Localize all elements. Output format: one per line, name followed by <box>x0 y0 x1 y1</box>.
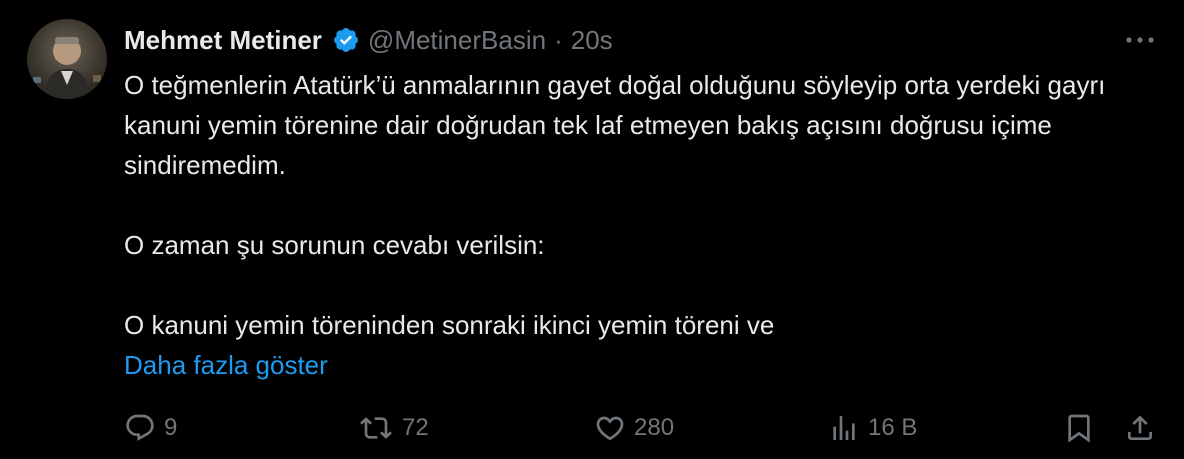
tweet-paragraph: O teğmenlerin Atatürk’ü anmalarının gaye… <box>124 70 1106 180</box>
tweet-header: Mehmet Metiner @MetinerBasin · 20s <box>124 22 613 58</box>
tweet-actions: 9 72 280 16 B <box>124 410 1160 446</box>
tweet-timestamp[interactable]: 20s <box>571 25 613 56</box>
separator-dot: · <box>554 24 563 55</box>
like-count: 280 <box>634 414 675 441</box>
reply-count: 9 <box>164 414 178 441</box>
heart-icon <box>596 416 624 441</box>
share-icon <box>1128 415 1152 440</box>
tweet-paragraph: O zaman şu sorunun cevabı verilsin: <box>124 230 545 260</box>
reply-icon <box>126 414 154 441</box>
bar-chart-icon <box>833 416 855 440</box>
author-name[interactable]: Mehmet Metiner <box>124 25 322 56</box>
more-horizontal-icon <box>1126 37 1154 43</box>
repost-count: 72 <box>402 414 429 441</box>
share-button[interactable] <box>1124 410 1156 446</box>
views-button[interactable]: 16 B <box>828 410 917 446</box>
reply-button[interactable]: 9 <box>124 410 177 446</box>
author-handle[interactable]: @MetinerBasin <box>368 25 546 56</box>
show-more-link[interactable]: Daha fazla göster <box>124 345 1144 385</box>
more-options-button[interactable] <box>1122 26 1158 54</box>
verified-badge-icon <box>332 26 360 54</box>
author-avatar[interactable] <box>27 19 107 99</box>
avatar-photo <box>33 37 101 99</box>
repost-icon <box>360 417 392 439</box>
tweet-text: O teğmenlerin Atatürk’ü anmalarının gaye… <box>124 65 1144 385</box>
like-button[interactable]: 280 <box>594 410 674 446</box>
tweet-paragraph: O kanuni yemin töreninden sonraki ikinci… <box>124 310 775 340</box>
bookmark-button[interactable] <box>1063 410 1095 446</box>
repost-button[interactable]: 72 <box>358 410 429 446</box>
views-count: 16 B <box>868 414 918 441</box>
bookmark-icon <box>1068 414 1090 443</box>
